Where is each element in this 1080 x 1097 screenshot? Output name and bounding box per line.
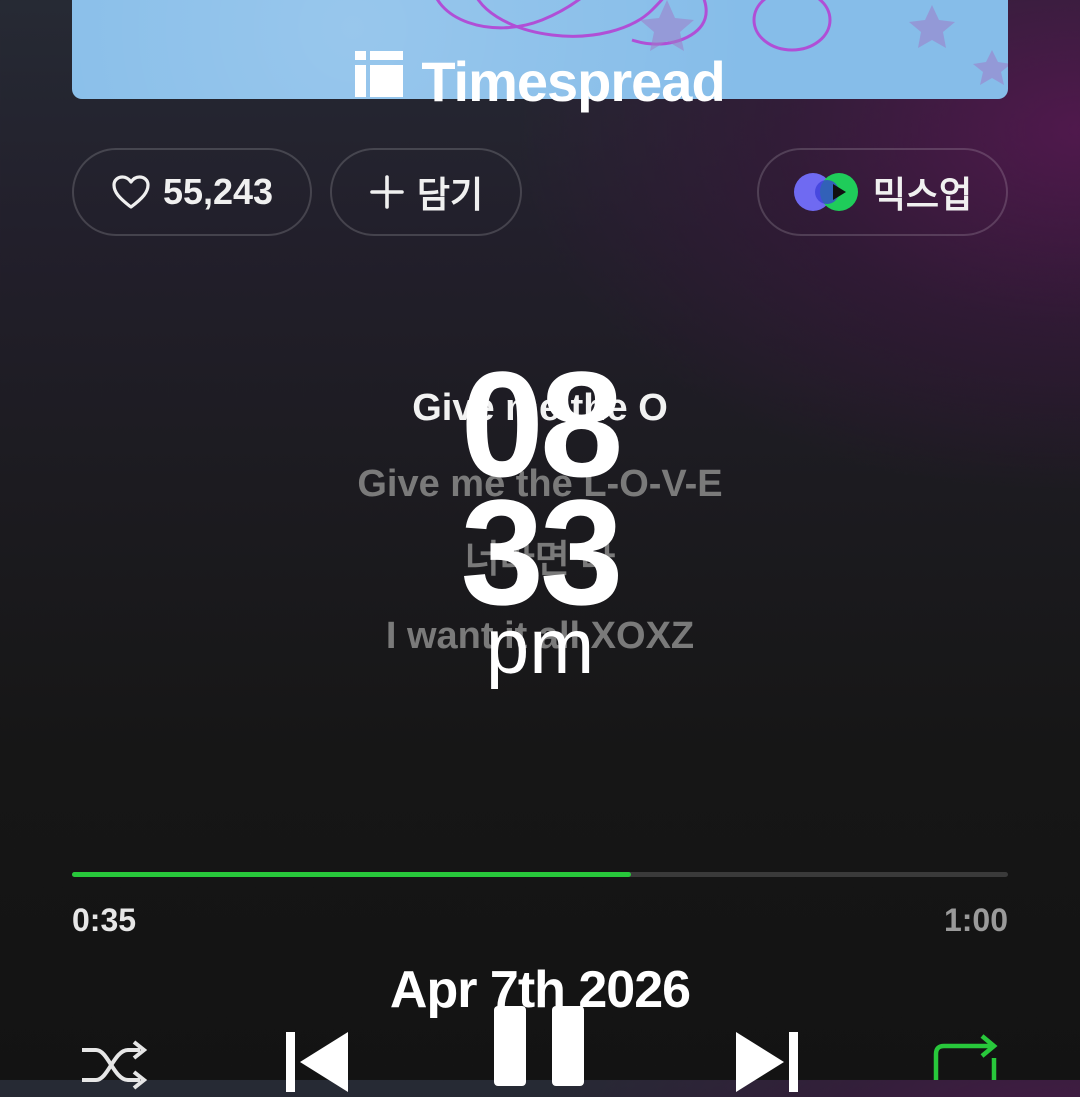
clock-minute: 33 bbox=[460, 468, 624, 636]
pause-icon bbox=[494, 1006, 584, 1086]
heart-icon bbox=[111, 174, 151, 210]
previous-button[interactable] bbox=[286, 1032, 350, 1097]
plus-icon bbox=[369, 174, 405, 210]
shuffle-icon bbox=[82, 1040, 148, 1090]
pause-button[interactable] bbox=[494, 1006, 588, 1091]
timespread-logo-icon bbox=[355, 48, 404, 108]
previous-icon bbox=[286, 1032, 348, 1092]
elapsed-time: 0:35 bbox=[72, 902, 137, 938]
like-button[interactable]: 55,243 bbox=[72, 148, 312, 236]
total-time: 1:00 bbox=[943, 902, 1008, 938]
mixup-label: 믹스업 bbox=[872, 174, 973, 215]
brand-watermark: Timespread bbox=[0, 48, 1080, 112]
add-to-playlist-button[interactable]: 담기 bbox=[330, 148, 522, 236]
repeat-button[interactable] bbox=[930, 1034, 1000, 1089]
mixup-icon bbox=[793, 172, 861, 212]
next-icon bbox=[736, 1032, 798, 1092]
brand-name: Timespread bbox=[421, 50, 725, 114]
like-count: 55,243 bbox=[162, 171, 274, 212]
clock-ampm: pm bbox=[485, 602, 595, 690]
repeat-icon bbox=[933, 1034, 998, 1080]
next-button[interactable] bbox=[734, 1032, 798, 1097]
clock-overlay: 08 33 pm bbox=[0, 349, 1080, 690]
shuffle-button[interactable] bbox=[78, 1040, 148, 1095]
add-label: 담기 bbox=[416, 174, 484, 215]
progress-fill bbox=[72, 872, 631, 877]
mixup-button[interactable]: 믹스업 bbox=[757, 148, 1008, 236]
progress-bar[interactable] bbox=[72, 872, 1008, 877]
